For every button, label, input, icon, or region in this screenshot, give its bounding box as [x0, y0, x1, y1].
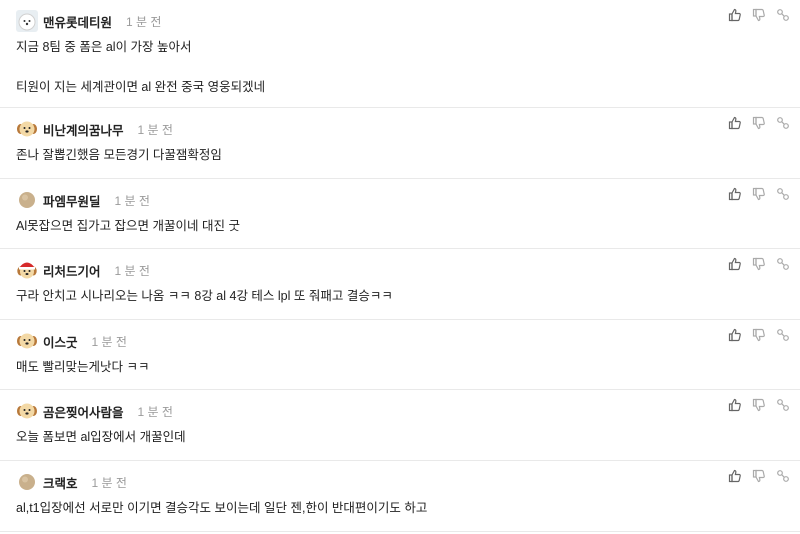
avatar[interactable] [16, 189, 38, 211]
avatar[interactable] [16, 471, 38, 493]
comment-list: 맨유롯데티원 1 분 전 지금 8팀 중 폼은 al이 가장 높아서 티원이 지… [0, 0, 800, 532]
thumbs-up-icon[interactable] [728, 398, 742, 412]
comment-nickname[interactable]: 맨유롯데티원 [43, 12, 112, 31]
comment-item: 리처드기어 1 분 전 구라 안치고 시나리오는 나옴 ㅋㅋ 8강 al 4강 … [0, 249, 800, 320]
comment-nickname[interactable]: 크랙호 [43, 473, 78, 492]
thumbs-down-icon[interactable] [752, 398, 766, 412]
comment-item: 비난계의꿈나무 1 분 전 존나 잘뽑긴했음 모든경기 다꿀잼확정임 [0, 108, 800, 179]
share-link-icon[interactable] [776, 469, 790, 483]
thumbs-down-icon[interactable] [752, 328, 766, 342]
comment-time: 1 분 전 [126, 14, 162, 29]
comment-time: 1 분 전 [137, 404, 173, 419]
thumbs-up-icon[interactable] [728, 328, 742, 342]
comment-nickname[interactable]: 곰은찢어사람을 [43, 402, 124, 421]
avatar[interactable] [16, 259, 38, 281]
comment-time: 1 분 전 [91, 475, 127, 490]
thumbs-down-icon[interactable] [752, 257, 766, 271]
thumbs-down-icon[interactable] [752, 8, 766, 22]
share-link-icon[interactable] [776, 8, 790, 22]
share-link-icon[interactable] [776, 328, 790, 342]
comment-nickname[interactable]: 파엠무원딜 [43, 191, 101, 210]
thumbs-up-icon[interactable] [728, 469, 742, 483]
comment-time: 1 분 전 [114, 263, 150, 278]
avatar[interactable] [16, 10, 38, 32]
share-link-icon[interactable] [776, 116, 790, 130]
comment-item: 크랙호 1 분 전 al,t1입장에선 서로만 이기면 결승각도 보이는데 일단… [0, 461, 800, 532]
comment-text-line: 티원이 지는 세계관이면 al 완전 중국 영웅되겠네 [16, 80, 266, 94]
thumbs-up-icon[interactable] [728, 257, 742, 271]
comment-text-line: Al못잡으면 집가고 잡으면 개꿀이네 대진 굿 [16, 219, 240, 233]
comment-item: 파엠무원딜 1 분 전 Al못잡으면 집가고 잡으면 개꿀이네 대진 굿 [0, 179, 800, 249]
thumbs-down-icon[interactable] [752, 116, 766, 130]
comment-time: 1 분 전 [137, 122, 173, 137]
avatar[interactable] [16, 118, 38, 140]
avatar[interactable] [16, 330, 38, 352]
comment-time: 1 분 전 [114, 193, 150, 208]
share-link-icon[interactable] [776, 257, 790, 271]
thumbs-up-icon[interactable] [728, 8, 742, 22]
comment-item: 이스굿 1 분 전 매도 빨리맞는게낫다 ㅋㅋ [0, 320, 800, 390]
thumbs-down-icon[interactable] [752, 187, 766, 201]
thumbs-up-icon[interactable] [728, 116, 742, 130]
comment-nickname[interactable]: 비난계의꿈나무 [43, 120, 124, 139]
comment-text-line: al,t1입장에선 서로만 이기면 결승각도 보이는데 일단 젠,한이 반대편이… [16, 501, 428, 515]
avatar[interactable] [16, 400, 38, 422]
share-link-icon[interactable] [776, 398, 790, 412]
comment-item: 맨유롯데티원 1 분 전 지금 8팀 중 폼은 al이 가장 높아서 티원이 지… [0, 0, 800, 108]
comment-text-line: 매도 빨리맞는게낫다 ㅋㅋ [16, 360, 150, 374]
comment-time: 1 분 전 [91, 334, 127, 349]
share-link-icon[interactable] [776, 187, 790, 201]
comment-text-line: 구라 안치고 시나리오는 나옴 ㅋㅋ 8강 al 4강 테스 lpl 또 줘패고… [16, 289, 393, 303]
comment-text-line: 존나 잘뽑긴했음 모든경기 다꿀잼확정임 [16, 148, 222, 162]
comment-text-line: 오늘 폼보면 al입장에서 개꿀인데 [16, 430, 186, 444]
comment-text-line: 지금 8팀 중 폼은 al이 가장 높아서 [16, 40, 192, 54]
comment-item: 곰은찢어사람을 1 분 전 오늘 폼보면 al입장에서 개꿀인데 [0, 390, 800, 461]
thumbs-down-icon[interactable] [752, 469, 766, 483]
comment-nickname[interactable]: 이스굿 [43, 332, 78, 351]
comment-nickname[interactable]: 리처드기어 [43, 261, 101, 280]
thumbs-up-icon[interactable] [728, 187, 742, 201]
